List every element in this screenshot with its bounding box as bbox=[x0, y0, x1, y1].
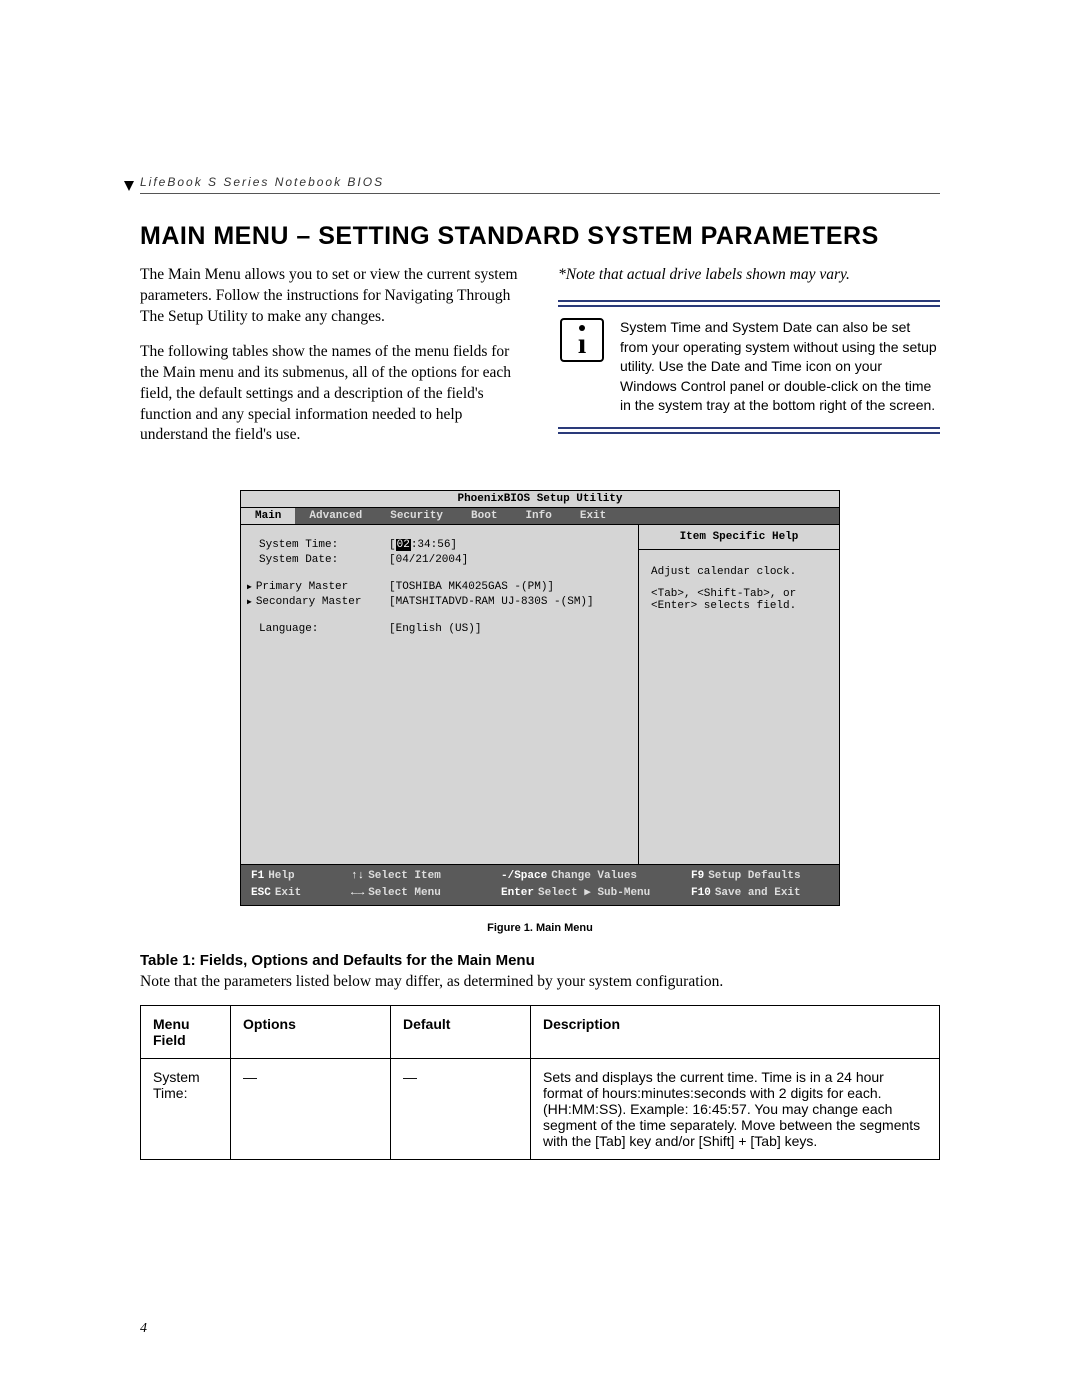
th-default: Default bbox=[391, 1006, 531, 1059]
bios-time-hours-selected: 02 bbox=[396, 539, 411, 551]
bios-key-f1-label: Help bbox=[268, 870, 294, 882]
intro-paragraph-2: The following tables show the names of t… bbox=[140, 342, 522, 447]
bios-key-updown-label: Select Item bbox=[368, 870, 441, 882]
bios-screenshot: PhoenixBIOS Setup Utility Main Advanced … bbox=[240, 490, 840, 906]
cell-description: Sets and displays the current time. Time… bbox=[531, 1059, 940, 1160]
th-options: Options bbox=[231, 1006, 391, 1059]
fields-table: Menu Field Options Default Description S… bbox=[140, 1005, 940, 1160]
info-rule-bot2 bbox=[558, 432, 940, 434]
bios-help-line1: Adjust calendar clock. bbox=[651, 566, 827, 578]
bios-primary-master-value: [TOSHIBA MK4025GAS -(PM)] bbox=[389, 581, 628, 593]
bios-tab-exit: Exit bbox=[566, 508, 620, 524]
header-marker-icon bbox=[124, 181, 134, 191]
bios-footer: F1 Help ↑↓ Select Item -/Space Change Value… bbox=[241, 865, 839, 905]
bios-system-time-value: [02:34:56] bbox=[389, 539, 628, 551]
bios-key-esc-label: Exit bbox=[275, 887, 301, 899]
info-rule-bot bbox=[558, 427, 940, 429]
intro-left-column: The Main Menu allows you to set or view … bbox=[140, 265, 522, 460]
info-text: System Time and System Date can also be … bbox=[620, 318, 940, 416]
drive-label-note: *Note that actual drive labels shown may… bbox=[558, 265, 940, 286]
info-rule-top bbox=[558, 300, 940, 302]
bios-key-enter: Enter bbox=[501, 887, 534, 899]
bios-key-space-label: Change Values bbox=[551, 870, 637, 882]
info-icon: ı bbox=[560, 318, 604, 362]
bios-help-panel: Item Specific Help Adjust calendar clock… bbox=[639, 525, 839, 864]
bios-key-f9: F9 bbox=[691, 870, 704, 882]
table-note: Note that the parameters listed below ma… bbox=[140, 973, 940, 991]
bios-language-value: [English (US)] bbox=[389, 623, 628, 635]
th-description: Description bbox=[531, 1006, 940, 1059]
bios-key-f10-label: Save and Exit bbox=[715, 887, 801, 899]
intro-right-column: *Note that actual drive labels shown may… bbox=[558, 265, 940, 460]
info-rule-top2 bbox=[558, 305, 940, 307]
bios-tab-boot: Boot bbox=[457, 508, 511, 524]
bios-tab-advanced: Advanced bbox=[295, 508, 376, 524]
bios-main-panel: System Time: [02:34:56] System Date: [04… bbox=[241, 525, 639, 864]
bios-help-title: Item Specific Help bbox=[639, 525, 839, 550]
cell-options: — bbox=[231, 1059, 391, 1160]
header-rule bbox=[140, 193, 940, 194]
bios-system-date-label: System Date: bbox=[259, 554, 389, 566]
intro-paragraph-1: The Main Menu allows you to set or view … bbox=[140, 265, 522, 328]
bios-key-f9-label: Setup Defaults bbox=[708, 870, 800, 882]
bios-menubar: Main Advanced Security Boot Info Exit bbox=[241, 508, 839, 525]
bios-key-f1: F1 bbox=[251, 870, 264, 882]
bios-tab-main: Main bbox=[241, 508, 295, 524]
bios-system-date-value: [04/21/2004] bbox=[389, 554, 628, 566]
info-callout: ı System Time and System Date can also b… bbox=[558, 300, 940, 434]
page-number: 4 bbox=[140, 1321, 147, 1337]
bios-time-rest: :34:56] bbox=[411, 539, 457, 551]
bios-key-f10: F10 bbox=[691, 887, 711, 899]
bios-key-esc: ESC bbox=[251, 887, 271, 899]
running-head-text: LifeBook S Series Notebook BIOS bbox=[140, 175, 384, 189]
bios-tab-info: Info bbox=[511, 508, 565, 524]
table-row: System Time: — — Sets and displays the c… bbox=[141, 1059, 940, 1160]
figure-caption: Figure 1. Main Menu bbox=[140, 922, 940, 934]
bios-primary-master-label: Primary Master bbox=[259, 581, 389, 593]
table-title: Table 1: Fields, Options and Defaults fo… bbox=[140, 952, 940, 969]
bios-key-leftright-label: Select Menu bbox=[368, 887, 441, 899]
bios-help-line2: <Tab>, <Shift-Tab>, or <Enter> selects f… bbox=[651, 588, 827, 612]
bios-secondary-master-value: [MATSHITADVD-RAM UJ-830S -(SM)] bbox=[389, 596, 628, 608]
bios-key-updown: ↑↓ bbox=[351, 870, 364, 882]
bios-system-time-label: System Time: bbox=[259, 539, 389, 551]
cell-field: System Time: bbox=[141, 1059, 231, 1160]
bios-key-enter-label: Select ▶ Sub-Menu bbox=[538, 887, 650, 899]
bios-title: PhoenixBIOS Setup Utility bbox=[241, 491, 839, 508]
bios-language-label: Language: bbox=[259, 623, 389, 635]
th-menu-field: Menu Field bbox=[141, 1006, 231, 1059]
page-title: MAIN MENU – SETTING STANDARD SYSTEM PARA… bbox=[140, 222, 940, 251]
bios-tab-security: Security bbox=[376, 508, 457, 524]
cell-default: — bbox=[391, 1059, 531, 1160]
bios-secondary-master-label: Secondary Master bbox=[259, 596, 389, 608]
bios-key-leftright: ←→ bbox=[351, 887, 364, 899]
running-head: LifeBook S Series Notebook BIOS bbox=[140, 175, 940, 189]
bios-key-space: -/Space bbox=[501, 870, 547, 882]
